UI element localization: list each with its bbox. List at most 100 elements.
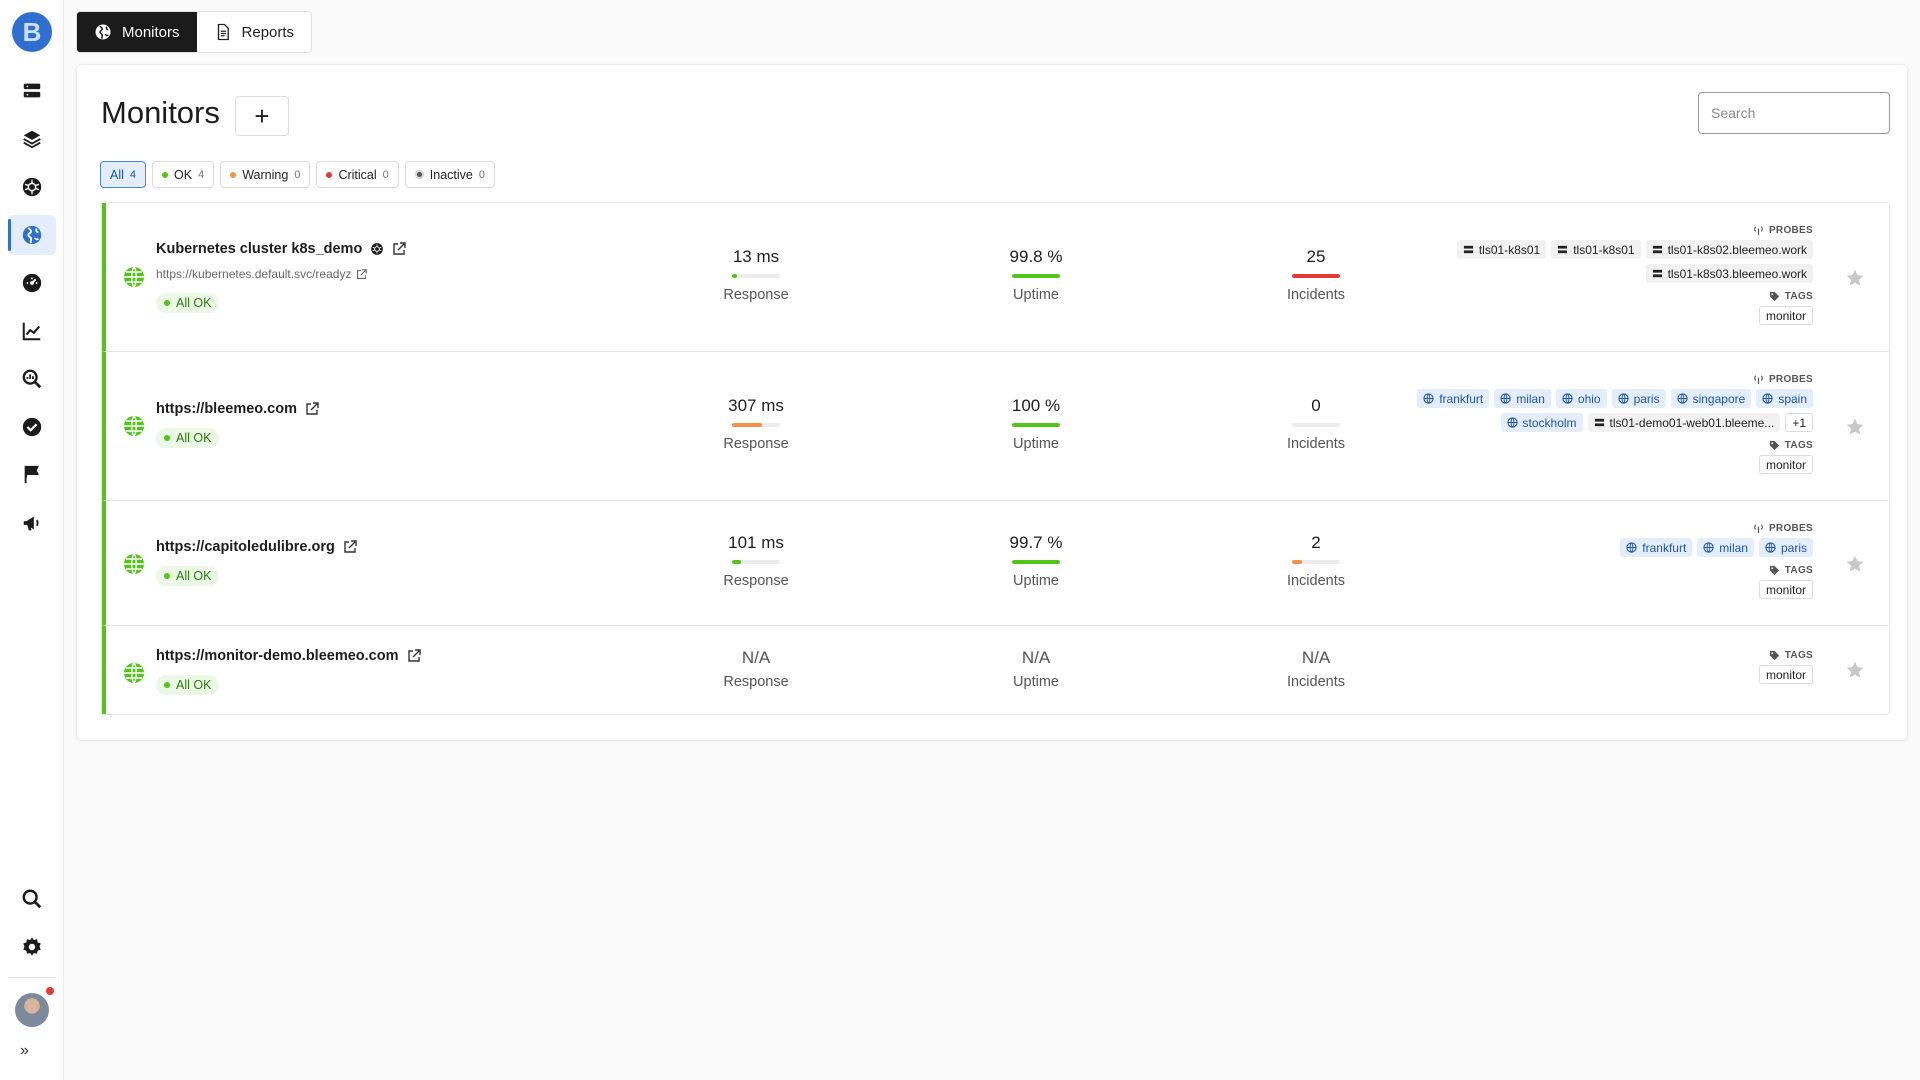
sidebar-item-search[interactable] (8, 879, 56, 919)
probe-label: stockholm (1522, 415, 1577, 430)
metric-bar (1292, 274, 1340, 278)
probe-chip[interactable]: milan (1494, 389, 1551, 408)
probe-chip[interactable]: paris (1758, 538, 1813, 557)
probe-chip[interactable]: spain (1756, 389, 1813, 408)
search-input[interactable] (1698, 92, 1890, 134)
probe-chip[interactable]: milan (1697, 538, 1754, 557)
tag-list: monitor (1758, 455, 1813, 474)
sidebar-item-kubernetes[interactable] (8, 167, 56, 207)
avatar[interactable] (15, 993, 49, 1027)
metric-value: 307 ms (728, 396, 784, 415)
tag-chip[interactable]: monitor (1758, 455, 1813, 474)
favorite-star-icon[interactable] (1845, 554, 1865, 574)
monitor-list: Kubernetes cluster k8s_demo https://kuber… (101, 202, 1890, 715)
tag-chip[interactable]: monitor (1758, 306, 1813, 325)
external-link-icon[interactable] (392, 242, 407, 256)
metric-bar (732, 560, 780, 564)
sidebar-item-gauge[interactable] (8, 263, 56, 303)
sidebar-item-layers[interactable] (8, 119, 56, 159)
probe-label: ohio (1577, 391, 1601, 406)
monitor-row[interactable]: https://bleemeo.com All OK 307 ms Response 1… (102, 352, 1889, 501)
monitor-name[interactable]: Kubernetes cluster k8s_demo (156, 241, 407, 257)
bleemeo-logo[interactable]: B (12, 12, 52, 52)
external-link-icon[interactable] (356, 268, 368, 280)
probe-chip[interactable]: tls01-k8s01 (1551, 240, 1641, 259)
expand-sidebar-button[interactable]: » (20, 1042, 29, 1060)
sidebar-item-check-circle[interactable] (8, 407, 56, 447)
status-dot (326, 171, 333, 178)
status-dot (230, 171, 237, 178)
probe-chip[interactable]: ohio (1555, 389, 1607, 408)
metric-label: Uptime (1013, 287, 1059, 303)
kubernetes-icon (371, 243, 384, 255)
monitor-row[interactable]: https://capitoledulibre.org All OK 101 ms R… (102, 501, 1889, 626)
globe-icon (1762, 393, 1773, 404)
sidebar-item-megaphone[interactable] (8, 503, 56, 543)
monitor-row[interactable]: Kubernetes cluster k8s_demo https://kuber… (102, 203, 1889, 352)
filter-warning[interactable]: Warning 0 (220, 161, 311, 188)
probes-tags: TAGS monitor (1758, 650, 1813, 684)
filter-count: 4 (198, 168, 205, 181)
probe-label: frankfurt (1642, 540, 1687, 555)
tag-chip[interactable]: monitor (1758, 580, 1813, 599)
monitor-name[interactable]: https://bleemeo.com (156, 401, 319, 417)
probe-label: +1 (1792, 415, 1806, 430)
probe-chip[interactable]: tls01-k8s02.bleemeo.work (1645, 240, 1813, 259)
globe-icon (124, 415, 144, 437)
favorite-star-icon[interactable] (1845, 268, 1865, 288)
probe-chip[interactable]: stockholm (1500, 413, 1583, 432)
filter-count: 0 (478, 168, 485, 181)
probe-label: tls01-demo01-web01.bleeme... (1609, 415, 1775, 430)
tab-label: Reports (241, 23, 295, 41)
favorite-star-icon[interactable] (1845, 660, 1865, 680)
tag-chip[interactable]: monitor (1758, 665, 1813, 684)
monitor-name[interactable]: https://monitor-demo.bleemeo.com (156, 648, 421, 664)
probe-chip[interactable]: frankfurt (1620, 538, 1693, 557)
sidebar-item-gear[interactable] (8, 927, 56, 967)
sidebar-item-servers[interactable] (8, 71, 56, 111)
sidebar-item-flag[interactable] (8, 455, 56, 495)
probe-chip[interactable]: tls01-k8s03.bleemeo.work (1645, 264, 1813, 283)
sidebar-item-chart[interactable] (8, 311, 56, 351)
filter-ok[interactable]: OK 4 (152, 161, 215, 188)
tag-label: monitor (1765, 667, 1806, 682)
filter-critical[interactable]: Critical 0 (316, 161, 399, 188)
sidebar-item-analytics-search[interactable] (8, 359, 56, 399)
filter-all[interactable]: All 4 (100, 161, 147, 188)
metric-value: 2 (1311, 533, 1321, 552)
metric-response: 101 ms Response (666, 533, 846, 589)
probe-label: milan (1719, 540, 1748, 555)
server-icon (1558, 245, 1568, 254)
favorite-star-icon[interactable] (1845, 417, 1865, 437)
external-link-icon[interactable] (343, 540, 357, 554)
probe-chip[interactable]: +1 (1785, 413, 1813, 432)
monitor-name[interactable]: https://capitoledulibre.org (156, 539, 357, 555)
monitor-url[interactable]: https://kubernetes.default.svc/readyz (156, 267, 368, 281)
metric-value: N/A (741, 648, 771, 667)
metric-value: 99.7 % (1009, 533, 1063, 552)
status-badge: All OK (156, 428, 220, 448)
status-dot (164, 682, 170, 688)
status-dot (164, 573, 170, 579)
probe-list: frankfurt milan paris (1620, 538, 1813, 557)
probe-chip[interactable]: paris (1611, 389, 1666, 408)
probe-chip[interactable]: tls01-demo01-web01.bleeme... (1587, 413, 1781, 432)
sidebar-item-globe[interactable] (8, 215, 56, 255)
probe-chip[interactable]: singapore (1670, 389, 1752, 408)
probe-chip[interactable]: tls01-k8s01 (1456, 240, 1547, 259)
probe-list: frankfurt milan ohio paris singapore spain sto… (1393, 389, 1813, 432)
monitor-row[interactable]: https://monitor-demo.bleemeo.com All OK N/… (102, 626, 1889, 714)
tags-label: TAGS (1769, 650, 1813, 661)
notification-dot (46, 987, 54, 995)
probe-chip[interactable]: frankfurt (1417, 389, 1490, 408)
metric-bar (1012, 423, 1060, 427)
tab-reports[interactable]: Reports (197, 12, 312, 52)
tab-monitors[interactable]: Monitors (77, 12, 197, 52)
add-monitor-button[interactable]: + (235, 96, 289, 136)
external-link-icon[interactable] (305, 402, 319, 416)
filter-inactive[interactable]: Inactive 0 (404, 161, 495, 188)
filter-label: Inactive (429, 167, 473, 182)
metric-bar (1292, 560, 1340, 564)
external-link-icon[interactable] (407, 649, 421, 663)
metric-uptime: 99.7 % Uptime (946, 533, 1126, 589)
